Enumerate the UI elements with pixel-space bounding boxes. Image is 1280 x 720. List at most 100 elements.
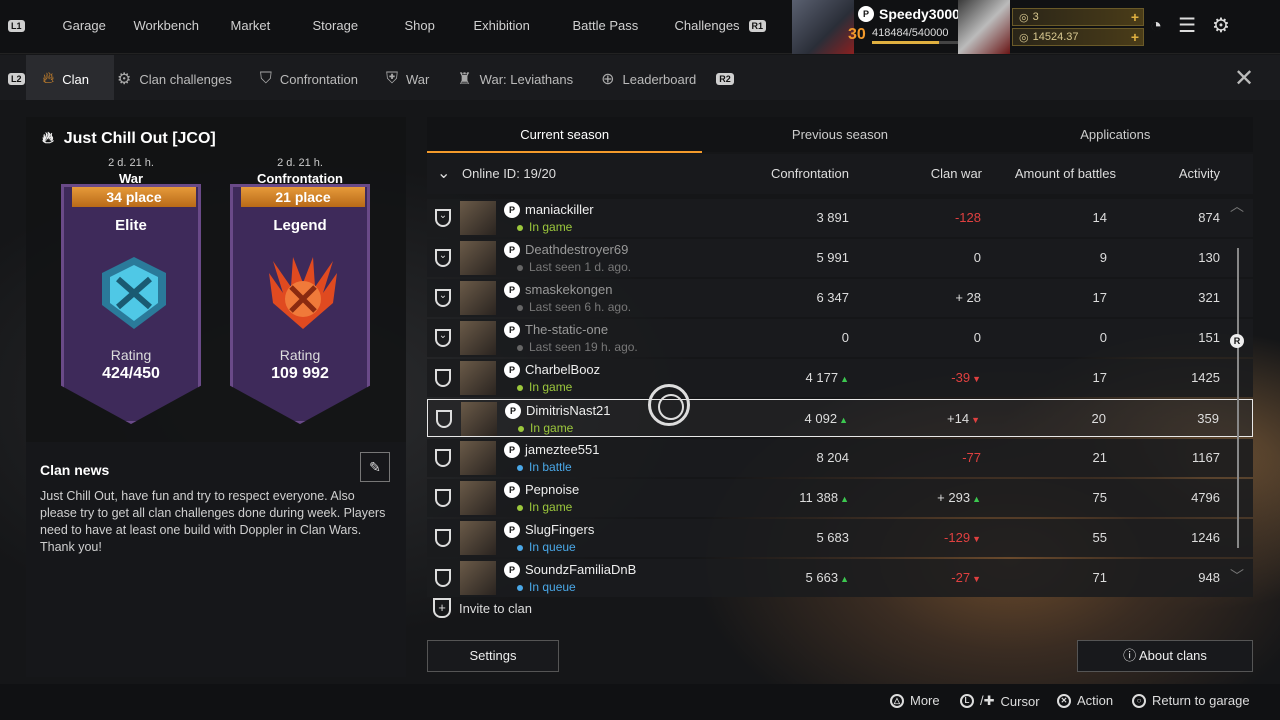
scroll-down-chevron-icon[interactable]: ﹀ — [1230, 566, 1244, 586]
member-name: jameztee551 — [525, 442, 600, 457]
top-bar: L1 Garage Workbench Market Storage Shop Exhib… — [0, 0, 1280, 54]
add-member-icon: + — [433, 598, 451, 618]
member-avatar — [460, 241, 496, 275]
help-icon: ⓘ — [1123, 648, 1137, 663]
add-coins-icon[interactable]: + — [1131, 29, 1139, 45]
playstation-icon: P — [504, 322, 520, 338]
rank-chevron-icon: ⌄ — [435, 329, 451, 347]
member-row[interactable]: ⌄ Psmaskekongen Last seen 6 h. ago. 6 347 + … — [427, 279, 1253, 317]
clan-screen: L1 Garage Workbench Market Storage Shop Exhib… — [0, 0, 1280, 720]
member-avatar — [461, 402, 497, 436]
currency-coins[interactable]: ◎ 14524.37 + — [1012, 28, 1144, 46]
playstation-icon: P — [504, 562, 520, 578]
rank-chevron-icon — [435, 449, 451, 467]
edit-news-button[interactable]: ✎ — [360, 452, 390, 482]
member-confrontation-value: 4 177 — [805, 370, 839, 385]
coin-icon: ◎ — [1019, 31, 1029, 44]
messages-icon[interactable]: ☰ — [1178, 14, 1196, 38]
hint-more[interactable]: △ More — [890, 693, 940, 708]
currency-coins-value: 14524.37 — [1032, 31, 1079, 43]
member-activity: 1425 — [1191, 370, 1220, 385]
member-row[interactable]: ⌄ P The-static-one Last seen 19 h. ago. 0 0 0 1… — [427, 319, 1253, 357]
col-clan-war[interactable]: Clan war — [931, 166, 982, 181]
pencil-icon: ✎ — [369, 459, 381, 475]
member-confrontation: 5 991 — [816, 250, 849, 265]
member-row[interactable]: P Pepnoise In game 11 388 ▲ + 293 ▲ 75 4796 — [427, 479, 1253, 517]
flame-icon: 🔥︎ — [42, 130, 54, 147]
member-confrontation: 3 891 — [816, 210, 849, 225]
rank-chevron-icon — [436, 410, 452, 428]
r-stick-icon: R — [1230, 334, 1244, 348]
col-confrontation[interactable]: Confrontation — [771, 166, 849, 181]
member-row[interactable]: P DimitrisNast21 In game 4 092 ▲ +14 ▼ 20 359 — [427, 399, 1253, 437]
member-activity: 321 — [1198, 290, 1220, 305]
status-dot-icon — [517, 504, 523, 511]
dpad-icon: /✚ — [980, 693, 995, 708]
member-row[interactable]: ⌄ Pmaniackiller In game 3 891 -128 14 874 — [427, 199, 1253, 237]
member-battles: 17 — [1092, 370, 1107, 385]
tab-leaderboard[interactable]: ⊕ Leaderboard — [593, 67, 716, 91]
member-status: In game — [517, 380, 572, 394]
trend-down-icon: ▼ — [972, 374, 981, 384]
col-battles[interactable]: Amount of battles — [1015, 166, 1116, 181]
member-row[interactable]: P CharbelBooz In game 4 177 ▲ -39 ▼ 17 1425 — [427, 359, 1253, 397]
playstation-icon: P — [504, 202, 520, 218]
member-confrontation: 6 347 — [816, 290, 849, 305]
top-nav-garage[interactable]: Garage — [63, 18, 106, 33]
tab-label: War — [405, 71, 430, 87]
top-nav-market[interactable]: Market — [231, 18, 271, 33]
close-icon[interactable]: ✕ — [1234, 64, 1254, 93]
hint-cursor[interactable]: L /✚ Cursor — [960, 693, 1040, 709]
member-row[interactable]: ⌄ P Deathdestroyer69 Last seen 1 d. ago. 5 9… — [427, 239, 1253, 277]
top-nav-exhibition[interactable]: Exhibition — [474, 18, 530, 33]
hint-return[interactable]: ○ Return to garage — [1132, 693, 1250, 708]
member-row[interactable]: P SlugFingers In queue 5 683 -129 ▼ 55 1246 — [427, 519, 1253, 557]
player-portrait[interactable] — [792, 0, 854, 54]
member-name: smaskekongen — [525, 282, 613, 297]
member-battles: 14 — [1092, 210, 1107, 225]
tab-war-leviathans[interactable]: ♜ War: Leviathans — [449, 67, 593, 91]
scroll-up-chevron-icon[interactable]: ︿ — [1230, 196, 1244, 216]
season-tab-applications[interactable]: Applications — [978, 117, 1253, 152]
war-banner[interactable]: 2 d. 21 h. War 34 place Elite Rating 424… — [56, 157, 206, 424]
top-nav-shop[interactable]: Shop — [405, 18, 435, 33]
top-nav-workbench[interactable]: Workbench — [134, 18, 200, 33]
collapse-chevron-icon[interactable]: ⌄ — [437, 163, 450, 183]
hint-return-label: Return to garage — [1152, 693, 1250, 708]
member-avatar — [460, 321, 496, 355]
hint-action[interactable]: ✕ Action — [1057, 693, 1113, 708]
tab-confrontation[interactable]: ⛉ Confrontation — [252, 67, 378, 91]
season-tab-current-season[interactable]: Current season — [427, 117, 703, 153]
tab-clan-challenges[interactable]: ⚙ Clan challenges — [109, 67, 252, 91]
season-tab-previous-season[interactable]: Previous season — [702, 117, 977, 152]
tab-war[interactable]: ⛨ War — [378, 67, 449, 91]
add-gold-icon[interactable]: + — [1131, 9, 1139, 25]
war-place: 34 place — [72, 187, 196, 207]
settings-button[interactable]: Settings — [427, 640, 559, 672]
rank-chevron-icon: ⌄ — [435, 209, 451, 227]
member-avatar — [460, 201, 496, 235]
member-confrontation: 11 388 ▲ — [799, 490, 849, 505]
confrontation-banner[interactable]: 2 d. 21 h. Confrontation 21 place Legend… — [225, 157, 375, 424]
member-clan-war: -39 ▼ — [951, 370, 981, 385]
gear-icon[interactable]: ⚙ — [1212, 14, 1230, 38]
top-nav-battle-pass[interactable]: Battle Pass — [573, 18, 639, 33]
tab-clan[interactable]: 🔥︎ Clan — [35, 67, 110, 91]
top-nav-storage[interactable]: Storage — [313, 18, 359, 33]
member-battles: 21 — [1092, 450, 1107, 465]
member-battles: 20 — [1091, 411, 1106, 426]
challenge-gear-icon: ⚙ — [117, 71, 132, 88]
speedometer-icon[interactable]: ◔ — [1150, 14, 1162, 38]
currency-gold[interactable]: ◎ 3 + — [1012, 8, 1144, 26]
tab-label: Leaderboard — [622, 71, 697, 87]
trend-down-icon: ▼ — [972, 574, 981, 584]
top-nav-challenges[interactable]: Challenges — [675, 18, 740, 33]
about-clans-button[interactable]: ⓘ About clans — [1077, 640, 1253, 672]
member-row[interactable]: Pjameztee551 In battle 8 204 -77 21 1167 — [427, 439, 1253, 477]
invite-to-clan-button[interactable]: + Invite to clan — [433, 598, 532, 618]
trend-up-icon: ▲ — [840, 374, 849, 384]
members-scrollbar[interactable] — [1237, 248, 1239, 548]
member-row[interactable]: P SoundzFamiliaDnB In queue 5 663 ▲ -27 ▼ 71 948 — [427, 559, 1253, 597]
col-activity[interactable]: Activity — [1179, 166, 1220, 181]
member-status-text: Last seen 6 h. ago. — [529, 300, 632, 314]
